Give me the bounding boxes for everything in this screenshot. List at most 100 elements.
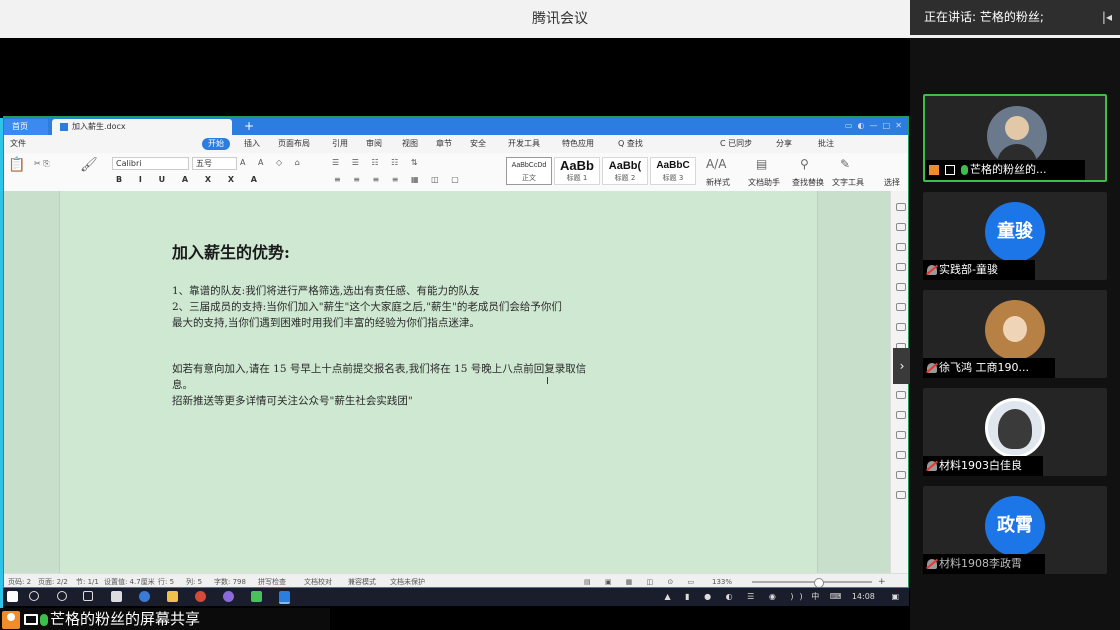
tab-home[interactable]: 首页 [4, 119, 48, 135]
side-tool-icon-14[interactable] [896, 491, 906, 499]
new-style-button[interactable]: 新样式 [706, 177, 730, 188]
menu-search[interactable]: Q 查找 [618, 135, 643, 153]
side-tool-icon-4[interactable] [896, 263, 906, 271]
speaking-indicator: 正在讲话: 芒格的粉丝; |◂ [910, 0, 1120, 35]
find-replace-icon[interactable]: ⚲ [800, 157, 809, 171]
window-controls[interactable]: ▭ ◐ — □ ✕ [845, 119, 902, 133]
host-user-icon [929, 165, 939, 175]
align-buttons[interactable]: ≡ ≡ ≡ ≡ ▦ ◫ ▢ [334, 175, 464, 184]
mic-muted-icon [927, 461, 937, 471]
wechat-icon[interactable] [251, 591, 262, 602]
participant-tile[interactable]: 芒格的粉丝的... [923, 94, 1107, 182]
side-tool-icon-11[interactable] [896, 431, 906, 439]
side-tool-icon-13[interactable] [896, 471, 906, 479]
menu-features[interactable]: 特色应用 [562, 135, 594, 153]
menu-layout[interactable]: 页面布局 [278, 135, 310, 153]
side-tool-icon-6[interactable] [896, 303, 906, 311]
cut-copy-icons[interactable]: ✂ ⎘ [34, 159, 50, 169]
word-doc-icon [60, 122, 68, 131]
tray-icons[interactable]: ▲ ▮ ● ◐ ☰ ◉ )) [664, 592, 808, 601]
style-normal[interactable]: AaBbCcDd 正文 [506, 157, 552, 185]
wps-taskbar-icon[interactable] [279, 591, 290, 604]
edge-icon[interactable] [139, 591, 150, 602]
document-area: 加入薪生的优势: 1、靠谱的队友:我们将进行严格筛选,选出有责任感、有能力的队友… [4, 191, 890, 573]
format-painter-icon[interactable]: 🖌 [80, 157, 98, 173]
zoom-level[interactable]: 133% [712, 574, 732, 587]
store-icon[interactable] [111, 591, 122, 602]
share-menu-button[interactable]: 分享 [776, 135, 792, 153]
menu-reference[interactable]: 引用 [332, 135, 348, 153]
windows-start-icon[interactable] [7, 591, 18, 602]
side-tool-icon-12[interactable] [896, 451, 906, 459]
participant-name: 实践部-童骏 [939, 263, 998, 276]
search-icon[interactable] [29, 591, 39, 601]
menu-review[interactable]: 审阅 [366, 135, 382, 153]
side-tool-icon-10[interactable] [896, 411, 906, 419]
font-size-select[interactable]: 五号 [192, 157, 237, 170]
style-heading-2[interactable]: AaBb( 标题 2 [602, 157, 648, 185]
new-style-icon[interactable]: A/A [706, 157, 726, 171]
style-heading-3[interactable]: AaBbC 标题 3 [650, 157, 696, 185]
doc-helper-button[interactable]: 文档助手 [748, 177, 780, 188]
side-tool-icon-3[interactable] [896, 243, 906, 251]
sync-status[interactable]: C 已同步 [720, 135, 752, 153]
collapse-arrow-icon[interactable]: |◂ [1102, 0, 1112, 35]
explorer-icon[interactable] [167, 591, 178, 602]
shared-screen: 首页 加入薪生.docx + ▭ ◐ — □ ✕ 文件 开始 插入 页面布局 引… [0, 38, 911, 630]
menu-section[interactable]: 章节 [436, 135, 452, 153]
font-name-select[interactable]: Calibri [112, 157, 189, 170]
zoom-in-icon[interactable]: + [878, 574, 886, 587]
side-tool-icon-2[interactable] [896, 223, 906, 231]
side-tool-icon-1[interactable] [896, 203, 906, 211]
status-spell-check[interactable]: 拼写检查 [258, 574, 286, 587]
ime-indicator[interactable]: 中 [811, 592, 819, 601]
new-tab-button[interactable]: + [236, 119, 256, 135]
style-heading-1[interactable]: AaBb 标题 1 [554, 157, 600, 185]
chrome-icon[interactable] [195, 591, 206, 602]
doc-helper-icon[interactable]: ▤ [756, 157, 767, 171]
view-mode-icons[interactable]: ▤ ▣ ▦ ◫ ⊙ ▭ [584, 574, 700, 587]
paste-icon[interactable]: 📋 [8, 157, 25, 173]
participant-tile[interactable]: 政霄 材料1908李政霄 [923, 486, 1107, 574]
cortana-icon[interactable] [57, 591, 67, 601]
expand-arrow-icon[interactable]: › [893, 348, 911, 384]
find-replace-button[interactable]: 查找替换 [792, 177, 824, 188]
status-proof[interactable]: 文档校对 [304, 574, 332, 587]
zoom-slider-handle[interactable] [814, 578, 824, 587]
participant-name: 芒格的粉丝的... [970, 163, 1047, 176]
font-size-buttons[interactable]: A A ◇ ⌂ [240, 158, 305, 167]
status-protect[interactable]: 文档未保护 [390, 574, 425, 587]
paragraph-buttons[interactable]: ☰ ☰ ☷ ☷ ⇅ [332, 158, 423, 167]
document-page[interactable]: 加入薪生的优势: 1、靠谱的队友:我们将进行严格筛选,选出有责任感、有能力的队友… [59, 191, 818, 573]
text-tools-button[interactable]: 文字工具 [832, 177, 864, 188]
side-tool-icon-9[interactable] [896, 391, 906, 399]
keyboard-icon[interactable]: ⌨ [830, 592, 842, 601]
comment-menu-button[interactable]: 批注 [818, 135, 834, 153]
menu-start[interactable]: 开始 [202, 138, 230, 150]
menu-security[interactable]: 安全 [470, 135, 486, 153]
menu-insert[interactable]: 插入 [244, 135, 260, 153]
notification-icon[interactable]: ▣ [891, 592, 899, 601]
text-tools-icon[interactable]: ✎ [840, 157, 850, 171]
side-tool-icon-7[interactable] [896, 323, 906, 331]
participant-tile[interactable]: 材料1903白佳良 [923, 388, 1107, 476]
status-section: 节: 1/1 [76, 578, 99, 586]
doc-heading: 加入薪生的优势: [172, 243, 290, 262]
mic-muted-icon [927, 265, 937, 275]
mic-muted-icon [927, 559, 937, 569]
font-format-buttons[interactable]: B I U A X X A [116, 175, 264, 184]
text-cursor-icon: I [546, 376, 549, 387]
menu-developer[interactable]: 开发工具 [508, 135, 540, 153]
tab-document[interactable]: 加入薪生.docx [52, 119, 232, 135]
side-tool-icon-5[interactable] [896, 283, 906, 291]
menu-file[interactable]: 文件 [10, 135, 26, 153]
menu-view[interactable]: 视图 [402, 135, 418, 153]
zoom-slider[interactable] [752, 581, 872, 583]
status-row: 行: 5 [158, 578, 175, 586]
participant-tile[interactable]: 徐飞鸿 工商190... [923, 290, 1107, 378]
participants-panel: 芒格的粉丝的... 童骏 实践部-童骏 徐飞鸿 工商190... 材料1903白… [910, 38, 1120, 630]
app-icon[interactable] [223, 591, 234, 602]
select-button[interactable]: 选择 [884, 177, 900, 188]
participant-tile[interactable]: 童骏 实践部-童骏 [923, 192, 1107, 280]
task-view-icon[interactable] [83, 591, 93, 601]
